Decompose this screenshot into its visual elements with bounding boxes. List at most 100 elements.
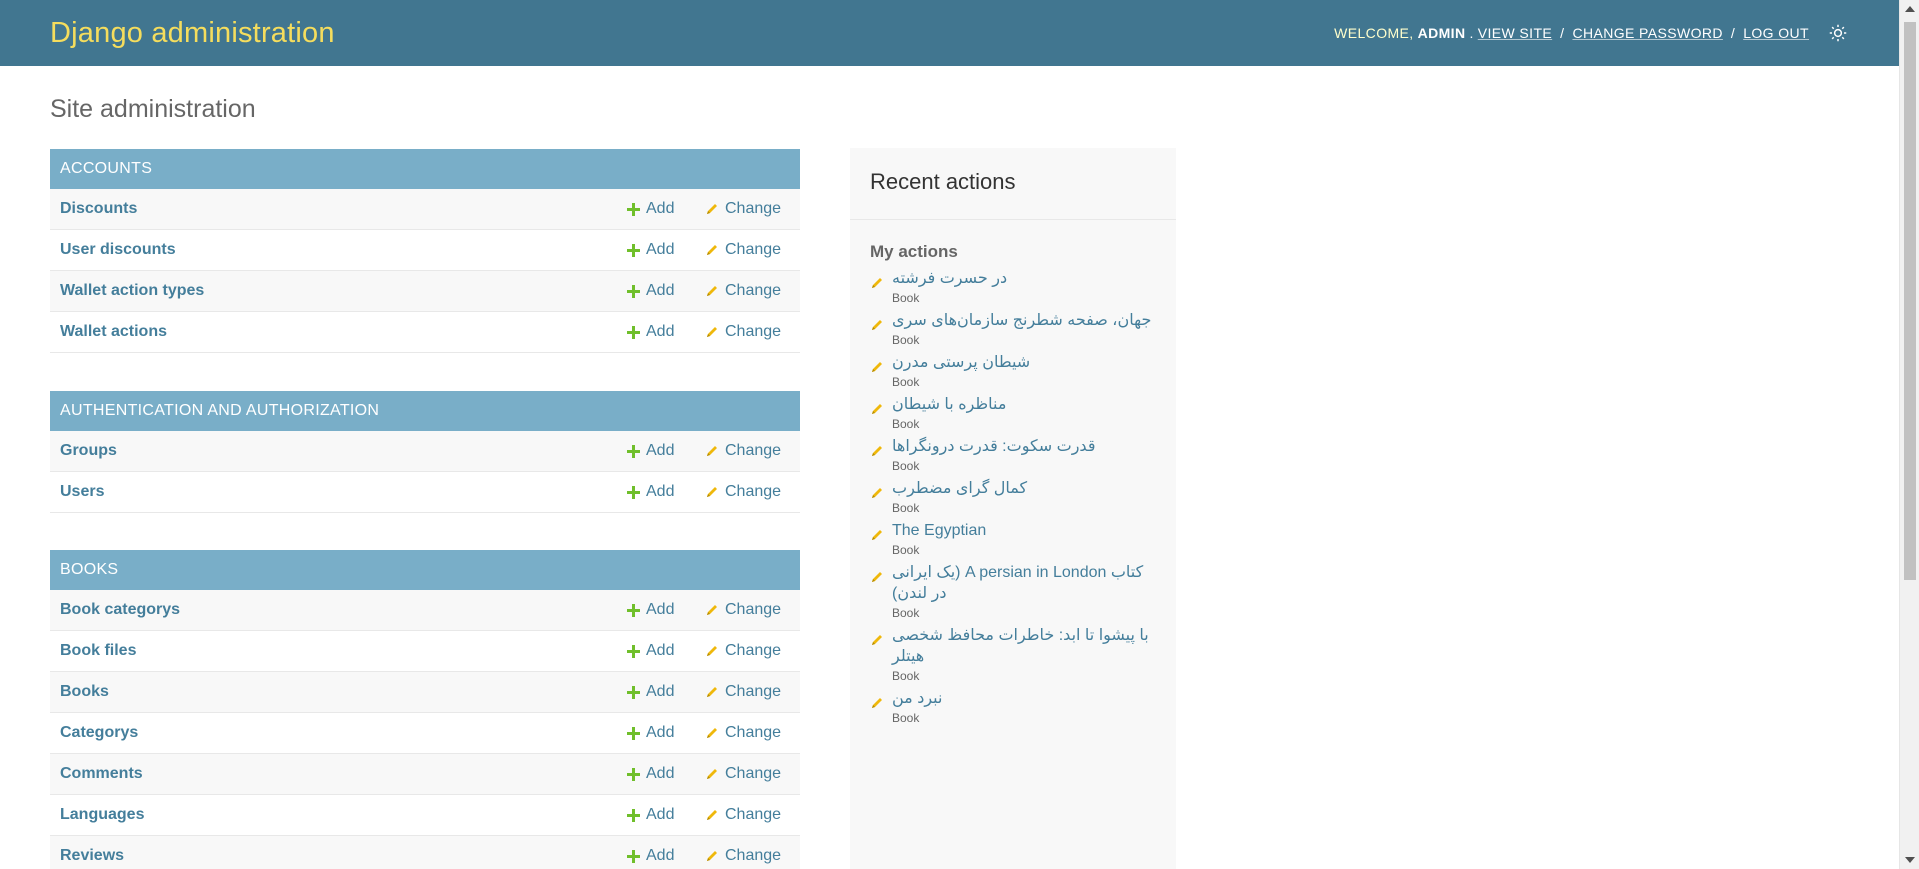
- model-row: Comments Add Change: [50, 754, 800, 795]
- add-link[interactable]: Add: [627, 806, 674, 824]
- change-link[interactable]: Change: [705, 642, 781, 660]
- pencil-icon: [872, 320, 882, 330]
- change-link[interactable]: Change: [705, 200, 781, 218]
- recent-action-link[interactable]: قدرت سکوت: قدرت درونگراها: [892, 436, 1156, 457]
- recent-actions-list: در حسرت فرشته Book جهان، صفحه شطرنج سازما…: [850, 262, 1176, 726]
- change-link[interactable]: Change: [705, 601, 781, 619]
- my-actions-heading: My actions: [870, 242, 958, 261]
- plus-icon: [627, 444, 640, 458]
- add-link[interactable]: Add: [627, 601, 674, 619]
- page-scrollbar[interactable]: [1899, 0, 1919, 869]
- sun-icon[interactable]: [1827, 22, 1849, 44]
- recent-action-link[interactable]: مناظره با شیطان: [892, 394, 1156, 415]
- plus-icon: [627, 849, 640, 863]
- module-caption[interactable]: Accounts: [50, 149, 800, 189]
- pencil-icon: [707, 446, 717, 456]
- add-link[interactable]: Add: [627, 323, 674, 341]
- app-module-books: Books Book categorys Add Change Book fil…: [50, 550, 800, 869]
- change-link[interactable]: Change: [705, 282, 781, 300]
- model-row: Book categorys Add Change: [50, 590, 800, 631]
- add-link[interactable]: Add: [627, 483, 674, 501]
- model-row: Discounts Add Change: [50, 189, 800, 230]
- model-link[interactable]: Wallet actions: [60, 323, 167, 341]
- content-type-label: Book: [892, 711, 920, 725]
- content-type-label: Book: [892, 669, 920, 683]
- add-link[interactable]: Add: [627, 442, 674, 460]
- model-link[interactable]: Book categorys: [60, 601, 180, 619]
- model-row: Wallet action types Add Change: [50, 271, 800, 312]
- pencil-icon: [707, 245, 717, 255]
- module-caption[interactable]: Authentication and Authorization: [50, 391, 800, 431]
- change-link[interactable]: Change: [705, 683, 781, 701]
- add-link[interactable]: Add: [627, 200, 674, 218]
- content-type-label: Book: [892, 375, 920, 389]
- change-link[interactable]: Change: [705, 847, 781, 865]
- model-link[interactable]: Languages: [60, 806, 144, 824]
- module-caption[interactable]: Books: [50, 550, 800, 590]
- add-link[interactable]: Add: [627, 642, 674, 660]
- model-link[interactable]: Users: [60, 483, 104, 501]
- content-type-label: Book: [892, 543, 920, 557]
- recent-actions-panel: Recent actions My actions در حسرت فرشته B…: [850, 148, 1176, 869]
- model-row: Reviews Add Change: [50, 836, 800, 869]
- pencil-icon: [872, 404, 882, 414]
- model-link[interactable]: Discounts: [60, 200, 137, 218]
- change-link[interactable]: Change: [705, 323, 781, 341]
- add-link[interactable]: Add: [627, 847, 674, 865]
- model-link[interactable]: Groups: [60, 442, 117, 460]
- change-link[interactable]: Change: [705, 483, 781, 501]
- recent-action-link[interactable]: در حسرت فرشته: [892, 268, 1156, 289]
- recent-action-link[interactable]: نبرد من: [892, 688, 1156, 709]
- recent-action-link[interactable]: شیطان پرستی مدرن: [892, 352, 1156, 373]
- recent-action-link[interactable]: The Egyptian: [892, 520, 1156, 541]
- pencil-icon: [707, 769, 717, 779]
- change-link[interactable]: Change: [705, 442, 781, 460]
- model-link[interactable]: Wallet action types: [60, 282, 204, 300]
- log-out-link[interactable]: LOG OUT: [1743, 25, 1809, 41]
- add-link[interactable]: Add: [627, 241, 674, 259]
- recent-action-item: نبرد من Book: [870, 688, 1156, 726]
- model-row: Languages Add Change: [50, 795, 800, 836]
- view-site-link[interactable]: VIEW SITE: [1478, 25, 1552, 41]
- recent-action-item: The Egyptian Book: [870, 520, 1156, 558]
- pencil-icon: [707, 851, 717, 861]
- change-link[interactable]: Change: [705, 724, 781, 742]
- model-row: Books Add Change: [50, 672, 800, 713]
- model-link[interactable]: Categorys: [60, 724, 138, 742]
- plus-icon: [627, 485, 640, 499]
- add-link[interactable]: Add: [627, 765, 674, 783]
- add-link[interactable]: Add: [627, 724, 674, 742]
- recent-action-link[interactable]: با پیشوا تا ابد: خاطرات محافظ شخصی هیتلر: [892, 625, 1156, 667]
- recent-action-link[interactable]: کتاب A persian in London (یک ایرانی در ل…: [892, 562, 1156, 604]
- add-link[interactable]: Add: [627, 683, 674, 701]
- scrollbar-thumb[interactable]: [1904, 22, 1916, 580]
- model-link[interactable]: Book files: [60, 642, 136, 660]
- content-type-label: Book: [892, 291, 920, 305]
- pencil-icon: [872, 635, 882, 645]
- change-link[interactable]: Change: [705, 765, 781, 783]
- pencil-icon: [872, 488, 882, 498]
- model-row: Book files Add Change: [50, 631, 800, 672]
- add-link[interactable]: Add: [627, 282, 674, 300]
- app-module-accounts: Accounts Discounts Add Change User disco…: [50, 149, 800, 353]
- change-password-link[interactable]: CHANGE PASSWORD: [1572, 25, 1722, 41]
- site-branding[interactable]: Django administration: [50, 17, 335, 50]
- model-link[interactable]: Reviews: [60, 847, 124, 865]
- recent-action-item: کمال گرای مضطرب Book: [870, 478, 1156, 516]
- change-link[interactable]: Change: [705, 241, 781, 259]
- model-link[interactable]: User discounts: [60, 241, 176, 259]
- pencil-icon: [872, 530, 882, 540]
- model-row: User discounts Add Change: [50, 230, 800, 271]
- username: ADMIN: [1417, 25, 1466, 41]
- recent-action-link[interactable]: جهان، صفحه شطرنج سازمان‌های سری: [892, 310, 1156, 331]
- scroll-down-arrow-icon[interactable]: [1905, 857, 1915, 863]
- separator: /: [1560, 25, 1565, 41]
- welcome-text: WELCOME,: [1334, 25, 1414, 41]
- change-link[interactable]: Change: [705, 806, 781, 824]
- scroll-up-arrow-icon[interactable]: [1905, 6, 1915, 12]
- plus-icon: [627, 644, 640, 658]
- model-link[interactable]: Comments: [60, 765, 143, 783]
- recent-action-link[interactable]: کمال گرای مضطرب: [892, 478, 1156, 499]
- model-link[interactable]: Books: [60, 683, 109, 701]
- pencil-icon: [707, 286, 717, 296]
